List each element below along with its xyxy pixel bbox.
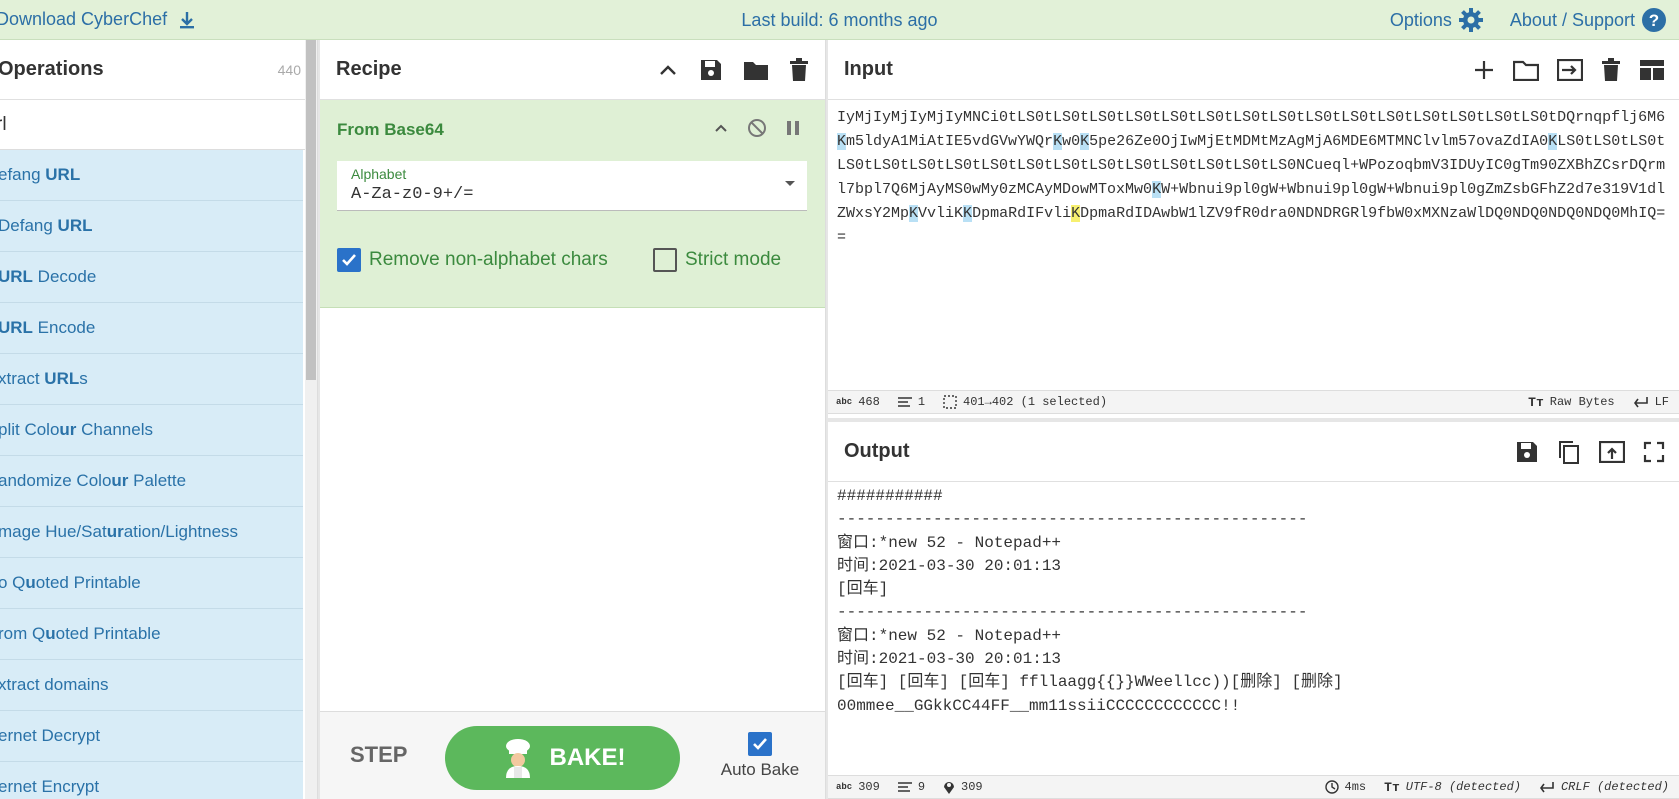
download-link[interactable]: Download CyberChef [0,9,197,30]
operations-scrollbar[interactable] [305,40,317,799]
operation-item[interactable]: xtract domains [0,660,303,711]
operation-item[interactable]: URL Encode [0,303,303,354]
input-line-count: 1 [897,395,925,409]
operation-item[interactable]: ernet Encrypt [0,762,303,799]
recipe-title: Recipe [336,58,402,80]
input-title: Input [844,58,893,80]
disable-icon[interactable] [747,118,767,138]
help-icon: ? [1642,8,1666,32]
operation-item[interactable]: rom Quoted Printable [0,609,303,660]
remove-non-alphabet-label: Remove non-alphabet chars [369,249,608,270]
return-icon [1539,782,1554,793]
output-title: Output [844,440,910,462]
alphabet-select[interactable]: Alphabet A-Za-z0-9+/= [337,161,807,211]
operation-item[interactable]: Defang URL [0,201,303,252]
input-char-count: abc 468 [836,395,880,409]
remove-non-alphabet-checkbox[interactable]: Remove non-alphabet chars [337,248,608,272]
step-button[interactable]: STEP [350,742,407,768]
output-char-count: abc 309 [836,780,880,794]
operations-search-input[interactable] [0,112,284,137]
top-bar: Download CyberChef Last build: 6 months … [0,0,1679,40]
strict-mode-checkbox[interactable]: Strict mode [653,248,781,272]
options-button[interactable]: Options [1390,7,1484,33]
open-folder-icon[interactable] [1513,59,1539,81]
operation-item[interactable]: plit Colour Channels [0,405,303,456]
lines-icon [897,397,912,407]
checkbox-checked-icon [748,732,772,756]
chevron-up-icon[interactable] [657,59,679,81]
lines-icon [897,782,912,792]
return-icon [1633,397,1648,408]
operations-count: 440 [277,61,301,78]
operation-item[interactable]: andomize Colour Palette [0,456,303,507]
checkbox-unchecked-icon [653,248,677,272]
chef-icon [505,739,530,778]
folder-icon[interactable] [743,59,769,81]
alphabet-value: A-Za-z0-9+/= [351,185,474,204]
maximise-icon[interactable] [1643,441,1665,463]
selection-icon [943,395,957,409]
output-position: 309 [943,780,983,794]
input-pane: Input IyMjIyMjIyMjIyMNCi0tLS0tLS0tLS0tLS… [828,40,1679,418]
ingredient-from-base64[interactable]: From Base64 Alphabet A-Za-z0-9+/= Remove… [320,100,825,308]
input-encoding[interactable]: Tт Raw Bytes [1528,395,1614,410]
last-build-link[interactable]: Last build: 6 months ago [741,10,937,30]
download-icon [180,11,195,28]
pause-icon[interactable] [785,119,801,137]
save-icon[interactable] [699,58,723,82]
chevron-down-icon [785,181,795,186]
output-eol[interactable]: CRLF (detected) [1539,780,1669,794]
auto-bake-label: Auto Bake [720,760,800,779]
operations-title: Operations [0,58,104,80]
operation-item[interactable]: xtract URLs [0,354,303,405]
input-textarea[interactable]: IyMjIyMjIyMjIyMNCi0tLS0tLS0tLS0tLS0tLS0t… [837,106,1671,250]
output-encoding[interactable]: Tт UTF-8 (detected) [1384,780,1521,795]
output-line-count: 9 [897,780,925,794]
location-pin-icon [944,782,955,794]
operation-item[interactable]: ernet Decrypt [0,711,303,762]
plus-icon[interactable] [1473,59,1495,81]
input-eol[interactable]: LF [1633,395,1669,409]
operations-list: efang URL Defang URL URL Decode URL Encode x… [0,150,303,799]
checkbox-checked-icon [337,248,361,272]
operation-item[interactable]: efang URL [0,150,303,201]
operation-item[interactable]: mage Hue/Saturation/Lightness [0,507,303,558]
input-status-bar: abc 468 1 401→402 (1 selected) Tт Raw Byte… [828,390,1679,414]
ingredient-name: From Base64 [337,120,444,139]
recipe-panel: Recipe From Base64 Alphabet A-Za-z0-9+/=… [320,40,826,799]
output-pane: Output ########### ---------------------… [828,422,1679,799]
svg-text:?: ? [1649,11,1659,30]
bake-label: BAKE! [549,744,626,771]
auto-bake-checkbox[interactable]: Auto Bake [715,732,805,780]
io-panel: Input IyMjIyMjIyMjIyMNCi0tLS0tLS0tLS0tLS… [828,40,1679,799]
trash-icon[interactable] [1601,57,1621,82]
input-selection: 401→402 (1 selected) [943,395,1107,409]
gear-icon [1458,8,1483,32]
operation-item[interactable]: URL Decode [0,252,303,303]
open-file-icon[interactable] [1557,58,1583,81]
trash-icon[interactable] [789,57,809,82]
copy-icon[interactable] [1557,440,1581,464]
layout-icon[interactable] [1639,59,1665,81]
operations-panel: Operations 440 efang URLDefang URLURL De… [0,40,318,799]
bake-time: 4ms [1324,780,1366,794]
bake-button[interactable]: BAKE! [445,726,680,790]
operation-item[interactable]: o Quoted Printable [0,558,303,609]
alphabet-label: Alphabet [351,166,407,182]
about-label: About / Support [1509,9,1635,30]
save-icon[interactable] [1515,440,1539,464]
chevron-up-icon[interactable] [713,120,729,136]
options-label: Options [1389,9,1452,30]
clock-icon [1324,780,1339,794]
download-label: Download CyberChef [0,9,168,29]
replace-input-icon[interactable] [1599,440,1625,463]
output-text[interactable]: ########### ----------------------------… [837,485,1671,718]
about-support-button[interactable]: About / Support ? [1510,7,1667,33]
strict-mode-label: Strict mode [685,249,782,270]
output-status-bar: abc 309 9 309 4ms Tт UTF-8 (detected) CRLF… [828,775,1679,799]
bake-controls: STEP BAKE! Auto Bake [320,711,825,799]
